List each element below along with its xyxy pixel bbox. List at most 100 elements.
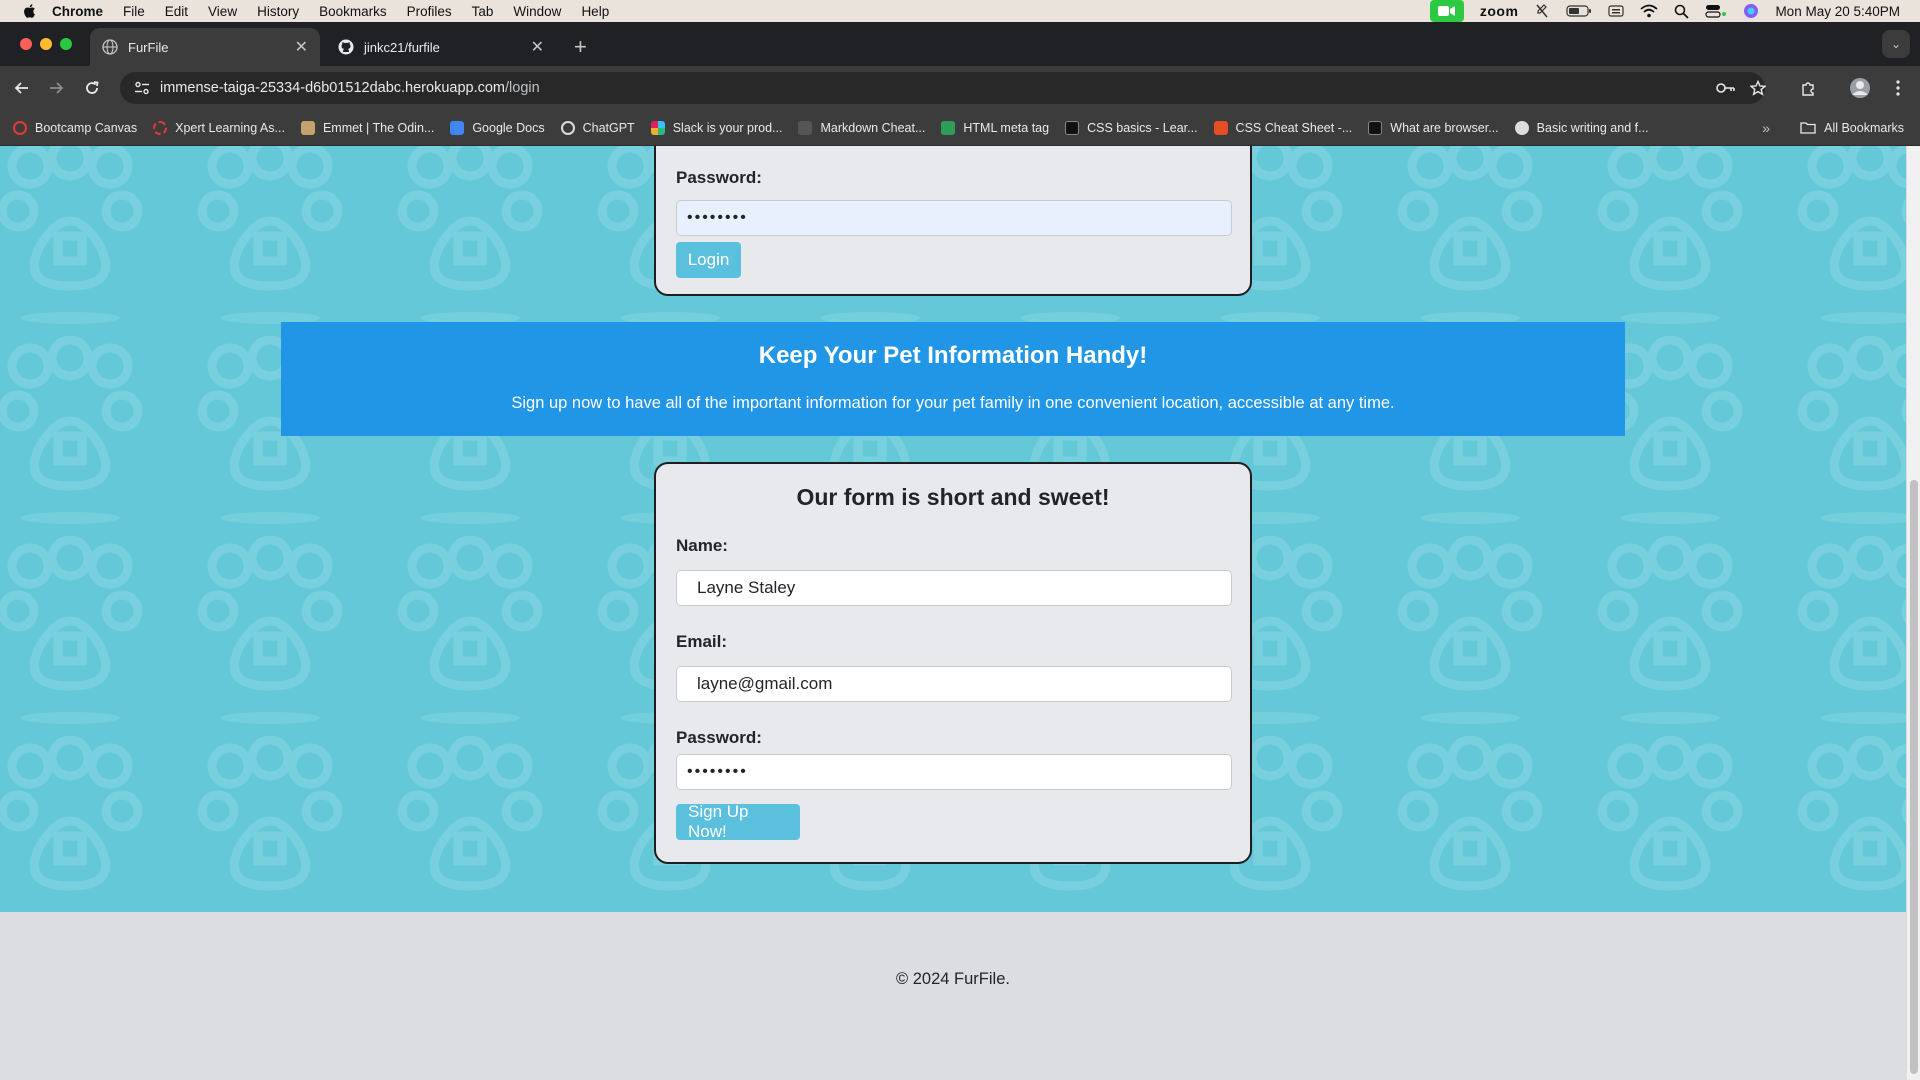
new-tab-plus-icon[interactable]: + — [574, 34, 587, 60]
menu-history[interactable]: History — [257, 4, 299, 19]
menu-help[interactable]: Help — [581, 4, 609, 19]
bookmark-item[interactable]: Markdown Cheat... — [798, 120, 925, 135]
tab-search-chevron-icon[interactable]: ⌄ — [1882, 30, 1910, 58]
menu-view[interactable]: View — [208, 4, 237, 19]
menu-tab[interactable]: Tab — [472, 4, 494, 19]
site-settings-icon[interactable] — [134, 80, 150, 96]
bookmark-favicon-icon — [1213, 120, 1228, 135]
bookmark-item[interactable]: Emmet | The Odin... — [300, 120, 435, 135]
signup-card: Our form is short and sweet! Name: Layne… — [654, 462, 1252, 864]
bookmark-label: Xpert Learning As... — [175, 120, 285, 135]
signup-banner: Keep Your Pet Information Handy! Sign up… — [281, 322, 1625, 436]
login-button[interactable]: Login — [676, 242, 741, 278]
name-input[interactable]: Layne Staley — [676, 570, 1232, 606]
extensions-puzzle-icon[interactable] — [1796, 76, 1820, 100]
menu-window[interactable]: Window — [513, 4, 561, 19]
bookmark-item[interactable]: Google Docs — [450, 120, 545, 135]
browser-toolbar: immense-taiga-25334-d6b01512dabc.herokua… — [0, 66, 1920, 110]
page-footer: © 2024 FurFile. — [0, 912, 1906, 1080]
bookmark-favicon-icon — [300, 120, 315, 135]
apple-icon[interactable] — [20, 3, 38, 19]
menu-bookmarks[interactable]: Bookmarks — [319, 4, 387, 19]
page-scrollbar[interactable] — [1906, 146, 1920, 1080]
all-bookmarks-button[interactable]: All Bookmarks — [1800, 121, 1904, 135]
bookmark-item[interactable]: CSS basics - Lear... — [1065, 120, 1198, 135]
signup-password-input[interactable]: •••••••• — [676, 754, 1232, 790]
bookmarks-overflow-chevron-icon[interactable]: » — [1762, 120, 1770, 136]
tab-close-icon[interactable]: ✕ — [295, 37, 308, 57]
bookmark-label: Slack is your prod... — [672, 120, 783, 135]
menu-profiles[interactable]: Profiles — [407, 4, 452, 19]
scrollbar-thumb[interactable] — [1910, 480, 1918, 1074]
signup-button[interactable]: Sign Up Now! — [676, 802, 800, 841]
back-arrow-icon[interactable] — [10, 76, 34, 100]
bookmark-label: Basic writing and f... — [1536, 120, 1649, 135]
keyboard-icon[interactable] — [1608, 4, 1625, 18]
window-zoom-button[interactable] — [60, 38, 72, 50]
window-close-button[interactable] — [20, 38, 32, 50]
email-label: Email: — [676, 632, 728, 651]
profile-avatar[interactable] — [1848, 76, 1872, 100]
email-input[interactable]: layne@gmail.com — [676, 666, 1232, 702]
globe-icon — [102, 39, 118, 55]
bookmark-label: Emmet | The Odin... — [322, 120, 435, 135]
pen-slash-icon[interactable] — [1534, 3, 1550, 19]
bookmark-item[interactable]: Slack is your prod... — [650, 120, 783, 135]
browser-tab-strip: FurFile ✕ jinkc21/furfile ✕ + ⌄ — [0, 22, 1920, 66]
login-card: Password: •••••••• Login — [654, 146, 1252, 296]
url-path: /login — [505, 80, 540, 96]
reload-icon[interactable] — [80, 76, 104, 100]
bookmark-label: Bootcamp Canvas — [35, 120, 138, 135]
page-viewport: Password: •••••••• Login Keep Your Pet I… — [0, 146, 1906, 1080]
bookmark-item[interactable]: CSS Cheat Sheet -... — [1213, 120, 1353, 135]
tab-title: FurFile — [128, 39, 169, 55]
bookmark-label: What are browser... — [1390, 120, 1499, 135]
login-password-input[interactable]: •••••••• — [676, 200, 1232, 236]
chrome-menu-kebab-icon[interactable] — [1886, 76, 1910, 100]
bookmark-favicon-icon — [1065, 120, 1080, 135]
github-icon — [338, 39, 354, 55]
menu-edit[interactable]: Edit — [165, 4, 188, 19]
bookmark-item[interactable]: What are browser... — [1368, 120, 1499, 135]
bookmark-favicon-icon — [153, 120, 168, 135]
address-bar[interactable]: immense-taiga-25334-d6b01512dabc.herokua… — [120, 72, 1765, 104]
footer-copyright: © 2024 FurFile. — [896, 970, 1010, 988]
bookmark-item[interactable]: Xpert Learning As... — [153, 120, 285, 135]
zoom-status[interactable]: zoom — [1480, 3, 1519, 19]
bookmark-item[interactable]: HTML meta tag — [941, 120, 1050, 135]
bookmark-favicon-icon — [650, 120, 665, 135]
menu-file[interactable]: File — [123, 4, 145, 19]
bookmark-favicon-icon — [1514, 120, 1529, 135]
menubar-clock[interactable]: Mon May 20 5:40PM — [1775, 4, 1900, 19]
facetime-camera-icon[interactable] — [1429, 0, 1464, 22]
siri-icon[interactable] — [1743, 3, 1759, 19]
bookmark-star-icon[interactable] — [1746, 76, 1770, 100]
bookmark-item[interactable]: ChatGPT — [560, 120, 635, 135]
tab-close-icon[interactable]: ✕ — [531, 37, 544, 57]
tab-github[interactable]: jinkc21/furfile ✕ — [326, 28, 556, 66]
wifi-icon[interactable] — [1640, 4, 1659, 18]
bookmark-item[interactable]: Bootcamp Canvas — [13, 120, 138, 135]
bookmark-item[interactable]: Basic writing and f... — [1514, 120, 1649, 135]
control-center-icon[interactable] — [1705, 4, 1727, 18]
name-label: Name: — [676, 536, 728, 555]
macos-menu-bar: Chrome File Edit View History Bookmarks … — [0, 0, 1920, 22]
url-text[interactable]: immense-taiga-25334-d6b01512dabc.herokua… — [160, 80, 540, 96]
bookmark-favicon-icon — [13, 120, 27, 135]
bookmark-label: CSS Cheat Sheet -... — [1235, 120, 1353, 135]
url-host: immense-taiga-25334-d6b01512dabc.herokua… — [160, 80, 506, 96]
password-key-icon[interactable] — [1714, 76, 1738, 100]
window-minimize-button[interactable] — [40, 38, 52, 50]
battery-icon[interactable] — [1566, 4, 1592, 18]
menu-app-name[interactable]: Chrome — [52, 4, 103, 19]
spotlight-search-icon[interactable] — [1674, 4, 1690, 19]
bookmark-favicon-icon — [1368, 120, 1383, 135]
bookmark-label: HTML meta tag — [963, 120, 1050, 135]
folder-icon — [1800, 122, 1816, 134]
tab-furfile[interactable]: FurFile ✕ — [90, 28, 320, 66]
bookmark-label: CSS basics - Lear... — [1087, 120, 1198, 135]
bookmark-label: Google Docs — [472, 120, 545, 135]
forward-arrow-icon[interactable] — [44, 76, 68, 100]
banner-heading: Keep Your Pet Information Handy! — [758, 342, 1148, 369]
all-bookmarks-label: All Bookmarks — [1824, 120, 1904, 135]
